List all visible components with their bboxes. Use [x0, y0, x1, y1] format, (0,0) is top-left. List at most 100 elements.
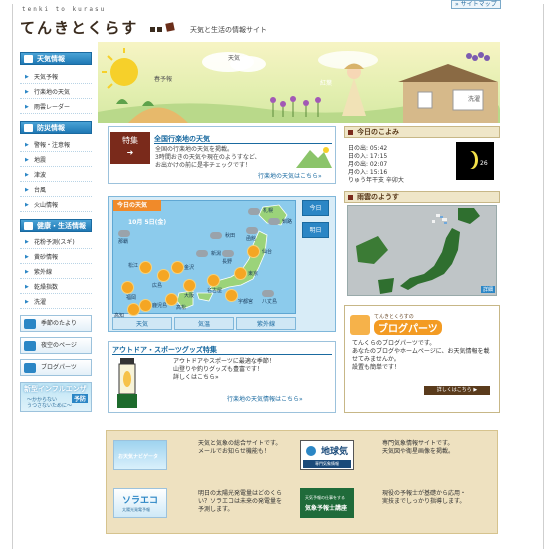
sun-icon	[172, 262, 183, 273]
cloud-icon	[246, 227, 258, 234]
special-description: 全国の行楽地の天気を掲載。 3時間おきの天気や現在のようすなど、 お出かけの前に…	[155, 146, 261, 169]
city-label: 東京	[248, 271, 259, 277]
leisure-weather-link[interactable]: 行楽地の天気はこちら»	[258, 171, 322, 180]
radar-map-image	[348, 206, 496, 295]
sidebar-item-leisure-weather[interactable]: 行楽地の天気	[20, 86, 92, 99]
seasonal-news-button[interactable]: 季節のたより	[20, 315, 92, 332]
forecaster-course-text: 現役の予報士が基礎から応用・実技までしっかり指導します。	[382, 490, 467, 505]
soraeco-text: 明日の太陽光発電量はどのくらい？ソラエコは未来の発電量を予測します。	[198, 490, 283, 513]
sidebar-section-title: 天気情報	[37, 55, 65, 63]
flu-banner-subtitle: ～かからない うつさないために～	[27, 397, 73, 409]
city-label: 新潟	[211, 251, 222, 257]
banner-label: お天気ナビゲータ	[118, 454, 159, 460]
sidebar-section-weather[interactable]: 天気情報	[20, 52, 92, 65]
banner-label: ソラエコ	[122, 496, 159, 506]
sidebar-item-volcano[interactable]: 火山情報	[20, 199, 92, 212]
blog-parts-button[interactable]: ブログパーツ	[20, 359, 92, 376]
hero-illustration: 天気 春予報 紅葉 洗濯	[98, 42, 500, 123]
blog-icon	[24, 363, 36, 373]
banner-label: 気象予報士講座	[305, 505, 348, 512]
city-label: 仙台	[262, 249, 273, 255]
sidebar-item-dryness[interactable]: 乾燥指数	[20, 281, 92, 294]
soraeco-banner[interactable]: ソラエコ 太陽光発電予報	[113, 488, 167, 518]
today-weather-label: 今日の天気	[113, 200, 161, 211]
city-label: 大阪	[184, 293, 195, 299]
chikyuki-banner[interactable]: 地球気 専門気象情報	[300, 440, 354, 470]
sidebar-item-uv[interactable]: 紫外線	[20, 266, 92, 279]
health-icon	[24, 222, 33, 230]
sidebar-item-warnings[interactable]: 警報・注意報	[20, 139, 92, 152]
flu-banner-title: 新型インフルエンザ	[24, 385, 87, 393]
leisure-weather-info-link[interactable]: 行楽地の天気情報はこちら»	[227, 394, 303, 403]
tab-temperature[interactable]: 気温	[174, 317, 234, 330]
moon-icon	[463, 151, 475, 169]
city-label: 鹿児島	[152, 303, 168, 309]
globe-icon	[306, 446, 316, 456]
lantern-icon	[117, 358, 137, 408]
city-label: 長野	[222, 259, 233, 265]
today-button[interactable]: 今日	[302, 200, 329, 216]
city-label: 札幌	[263, 208, 274, 214]
banner-sublabel: 天気予報の仕事をする	[305, 495, 345, 500]
button-label: 夜空のページ	[41, 342, 77, 349]
sidebar-section-disaster[interactable]: 防災情報	[20, 121, 92, 134]
sun-icon	[140, 300, 151, 311]
special-tab[interactable]: 特集 ➜	[110, 132, 150, 164]
sidebar-item-rain-radar[interactable]: 雨雲レーダー	[20, 101, 92, 114]
blog-parts-detail-button[interactable]: 詳しくはこちら ▶	[424, 386, 490, 395]
sitemap-link[interactable]: » サイトマップ	[451, 0, 501, 9]
rain-radar-header: 雨雲のようす	[344, 191, 500, 203]
sun-icon	[226, 290, 237, 301]
sidebar-section-health[interactable]: 健康・生活情報	[20, 219, 92, 232]
calendar-info: りゅう年干支 辛卯大	[348, 177, 404, 184]
hero-label-laundry: 洗濯	[468, 96, 481, 103]
weather-icon	[24, 55, 33, 63]
divider	[154, 143, 332, 144]
flu-banner-badge: 予防	[72, 394, 89, 403]
sun-icon	[208, 275, 219, 286]
sidebar-item-pollen[interactable]: 花粉予測(スギ)	[20, 236, 92, 249]
otenki-navigator-banner[interactable]: お天気ナビゲータ	[113, 440, 167, 470]
site-tagline: 天気と生活の情報サイト	[190, 26, 267, 34]
moon-age: 26	[480, 160, 488, 167]
divider	[112, 354, 332, 355]
sidebar-item-laundry[interactable]: 洗濯	[20, 296, 92, 309]
logo-romaji: tenki to kurasu	[22, 6, 107, 13]
sidebar-item-tsunami[interactable]: 津波	[20, 169, 92, 182]
forecaster-course-banner[interactable]: 天気予報の仕事をする 気象予報士講座	[300, 488, 354, 518]
radar-detail-link[interactable]: 詳細	[481, 286, 496, 293]
cloud-icon	[268, 218, 280, 225]
tab-uv[interactable]: 紫外線	[236, 317, 296, 330]
city-label: 宇都宮	[238, 299, 254, 305]
cloud-icon	[210, 232, 222, 239]
cloud-icon	[222, 250, 234, 257]
blog-parts-description: てんくらのブログパーツです。 あなたのブログやホームページに、お天気情報を載せて…	[352, 340, 490, 371]
night-sky-button[interactable]: 夜空のページ	[20, 337, 92, 354]
city-label: 那覇	[118, 239, 129, 245]
sun-icon	[248, 246, 259, 257]
cloud-icon	[196, 250, 208, 257]
cloud-icon	[118, 230, 130, 237]
city-label: 高松	[176, 305, 187, 311]
sun-icon	[158, 270, 169, 281]
site-logo[interactable]: てんきとくらす	[20, 17, 138, 38]
sidebar-item-forecast[interactable]: 天気予報	[20, 71, 92, 84]
sidebar-item-yellow-sand[interactable]: 黄砂情報	[20, 251, 92, 264]
blog-parts-title: ブログパーツ	[374, 320, 442, 335]
blog-parts-caption: てんきとくらすの	[374, 314, 414, 320]
sun-illustration	[110, 58, 138, 86]
outdoor-description[interactable]: アウトドアやスポーツに最適な季節！ 山登りや釣りグッズも豊富です！ 詳しくはこち…	[173, 358, 293, 382]
moon-icon	[24, 341, 36, 351]
sidebar-section-title: 防災情報	[37, 124, 65, 132]
pencil-icon	[350, 315, 370, 335]
sidebar-item-typhoon[interactable]: 台風	[20, 184, 92, 197]
rain-radar-map[interactable]	[347, 205, 497, 296]
button-label: 季節のたより	[41, 320, 77, 327]
tomorrow-button[interactable]: 明日	[302, 222, 329, 238]
cloud-icon	[262, 290, 274, 297]
logo-decoration	[165, 22, 175, 32]
koyomi-header: 今日のこよみ	[344, 126, 500, 138]
logo-decoration	[150, 27, 155, 32]
season-icon	[24, 319, 36, 329]
sidebar-item-earthquake[interactable]: 地震	[20, 154, 92, 167]
